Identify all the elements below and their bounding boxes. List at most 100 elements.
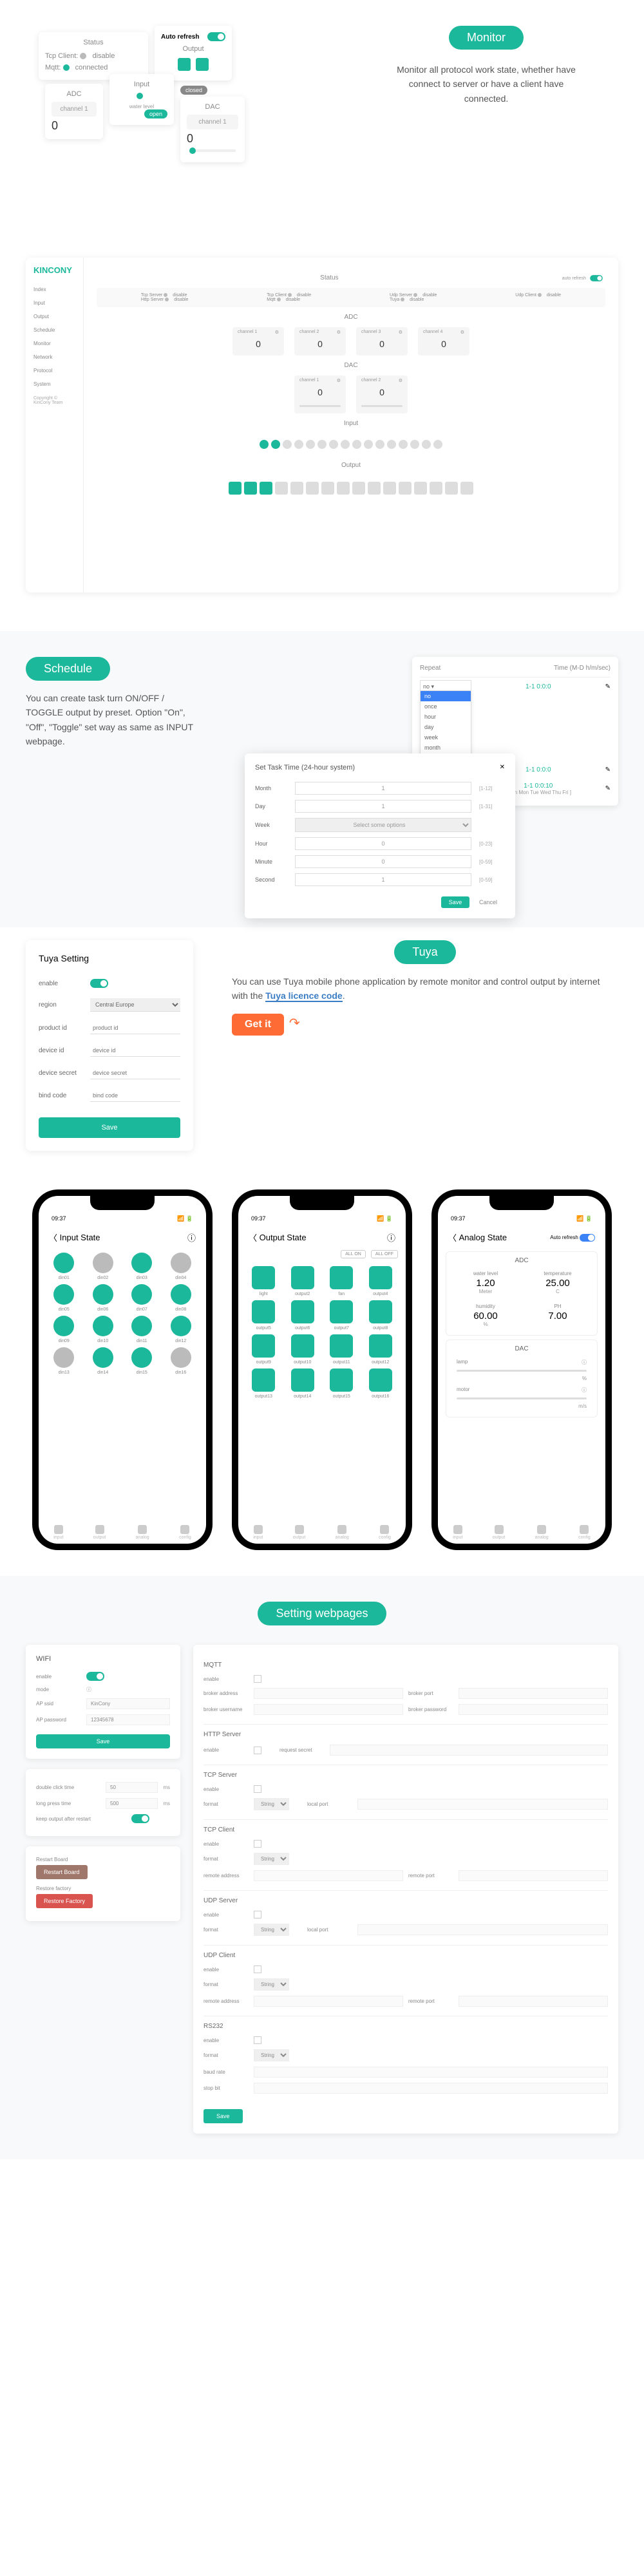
- schedule-pill: Schedule: [26, 657, 110, 681]
- auto-refresh-toggle[interactable]: [207, 32, 225, 41]
- nav-protocol[interactable]: Protocol: [26, 364, 83, 377]
- adc-ch1: channel 1⚙0: [232, 327, 284, 355]
- status-bar: Tcp Server disableHttp Server disable Tc…: [97, 288, 605, 307]
- back-icon[interactable]: 〈: [448, 1231, 457, 1244]
- output-item[interactable]: light: [246, 1266, 281, 1296]
- output-item[interactable]: output7: [324, 1300, 359, 1331]
- bind-code-input[interactable]: [90, 1090, 180, 1102]
- adc-analog-card: ADC water level1.20Meter temperature25.0…: [446, 1251, 598, 1336]
- adc-ch4: channel 4⚙0: [418, 327, 469, 355]
- lamp-slider[interactable]: [457, 1370, 587, 1372]
- nav-output[interactable]: Output: [26, 310, 83, 323]
- output-item[interactable]: output15: [324, 1368, 359, 1399]
- output-item[interactable]: output8: [363, 1300, 399, 1331]
- tuya-pill: Tuya: [394, 940, 455, 964]
- schedule-description: You can create task turn ON/OFF / TOGGLE…: [26, 691, 193, 749]
- monitor-description: Monitor all protocol work state, whether…: [390, 62, 583, 106]
- phone-nav: input output analog config: [39, 1525, 206, 1540]
- dac-ch1: channel 1⚙0: [294, 375, 346, 413]
- output-squares: [97, 475, 605, 501]
- tuya-licence-link[interactable]: Tuya licence code: [265, 990, 343, 1002]
- nav-monitor[interactable]: Monitor: [26, 337, 83, 350]
- adc-channels: channel 1⚙0 channel 2⚙0 channel 3⚙0 chan…: [97, 327, 605, 355]
- output-btn-2[interactable]: [196, 58, 209, 71]
- close-icon[interactable]: ✕: [500, 764, 505, 779]
- tuya-region-select[interactable]: Central Europe: [90, 998, 180, 1012]
- task-time-modal: Set Task Time (24-hour system) ✕ Month[1…: [245, 753, 515, 918]
- monitor-pill: Monitor: [449, 26, 524, 50]
- product-id-input[interactable]: [90, 1022, 180, 1034]
- input-item: din14: [86, 1347, 121, 1375]
- second-input[interactable]: [295, 873, 471, 886]
- month-input[interactable]: [295, 782, 471, 795]
- output-item[interactable]: output4: [363, 1266, 399, 1296]
- output-item[interactable]: output5: [246, 1300, 281, 1331]
- output-item[interactable]: output2: [285, 1266, 321, 1296]
- monitor-cards-cluster: Status Tcp Client: disable Mqtt: connect…: [26, 26, 335, 245]
- output-btn-1[interactable]: [178, 58, 191, 71]
- input-dots: [97, 433, 605, 455]
- restore-button[interactable]: Restore Factory: [36, 1894, 93, 1908]
- ssid-input[interactable]: [86, 1698, 170, 1709]
- wifi-enable-toggle[interactable]: [86, 1672, 104, 1681]
- disable-dot: [80, 53, 86, 59]
- all-off-button[interactable]: ALL OFF: [371, 1250, 398, 1258]
- pwd-input[interactable]: [86, 1714, 170, 1725]
- kincony-logo: KINCONY: [26, 265, 83, 283]
- all-on-button[interactable]: ALL ON: [341, 1250, 366, 1258]
- input-item: din08: [164, 1284, 199, 1312]
- connected-dot: [63, 64, 70, 71]
- hour-input[interactable]: [295, 837, 471, 850]
- output-item[interactable]: output9: [246, 1334, 281, 1365]
- minute-input[interactable]: [295, 855, 471, 868]
- get-it-button[interactable]: Get it: [232, 1014, 284, 1036]
- output-item[interactable]: output6: [285, 1300, 321, 1331]
- wifi-save-button[interactable]: Save: [36, 1734, 170, 1748]
- input-item: din10: [86, 1316, 121, 1343]
- input-item: din16: [164, 1347, 199, 1375]
- input-item: din02: [86, 1253, 121, 1280]
- info-icon[interactable]: ⓘ: [187, 1231, 196, 1244]
- nav-schedule[interactable]: Schedule: [26, 323, 83, 337]
- restart-button[interactable]: Restart Board: [36, 1865, 88, 1879]
- output-grid: lightoutput2fanoutput4output5output6outp…: [246, 1261, 398, 1404]
- info-icon[interactable]: ⓘ: [387, 1231, 395, 1244]
- adc-ch3: channel 3⚙0: [356, 327, 408, 355]
- tuya-save-button[interactable]: Save: [39, 1117, 180, 1138]
- dash-autorefresh-toggle[interactable]: [590, 275, 603, 281]
- output-item[interactable]: output12: [363, 1334, 399, 1365]
- device-id-input[interactable]: [90, 1045, 180, 1057]
- mqtt-enable-checkbox[interactable]: [254, 1675, 261, 1683]
- input-dot: [137, 93, 143, 99]
- output-item[interactable]: output14: [285, 1368, 321, 1399]
- output-item[interactable]: output16: [363, 1368, 399, 1399]
- day-input[interactable]: [295, 800, 471, 813]
- dac-slider-thumb[interactable]: [189, 147, 196, 154]
- output-item[interactable]: output13: [246, 1368, 281, 1399]
- motor-slider[interactable]: [457, 1397, 587, 1399]
- output-item[interactable]: output11: [324, 1334, 359, 1365]
- nav-network[interactable]: Network: [26, 350, 83, 364]
- modal-save-button[interactable]: Save: [441, 896, 470, 908]
- output-item[interactable]: fan: [324, 1266, 359, 1296]
- tuya-enable-toggle[interactable]: [90, 979, 108, 988]
- tuya-section: Tuya Setting enable regionCentral Europe…: [0, 927, 644, 1164]
- modal-cancel-button[interactable]: Cancel: [471, 896, 505, 908]
- output-item[interactable]: output10: [285, 1334, 321, 1365]
- nav-system[interactable]: System: [26, 377, 83, 391]
- back-icon[interactable]: 〈: [249, 1231, 257, 1244]
- device-secret-input[interactable]: [90, 1067, 180, 1079]
- dashboard-main: Status auto refresh Tcp Server disableHt…: [84, 258, 618, 592]
- open-badge: open: [144, 109, 167, 118]
- keep-output-toggle[interactable]: [131, 1814, 149, 1823]
- nav-index[interactable]: Index: [26, 283, 83, 296]
- protocol-save-button[interactable]: Save: [204, 2109, 243, 2123]
- back-icon[interactable]: 〈: [49, 1231, 57, 1244]
- week-select[interactable]: Select some options: [295, 818, 471, 832]
- monitor-text-col: Monitor Monitor all protocol work state,…: [354, 26, 618, 118]
- http-enable-checkbox[interactable]: [254, 1747, 261, 1754]
- input-item: din15: [124, 1347, 160, 1375]
- wifi-card: WIFI enable modeⓘ AP ssid AP password Sa…: [26, 1645, 180, 1759]
- input-item: din11: [124, 1316, 160, 1343]
- nav-input[interactable]: Input: [26, 296, 83, 310]
